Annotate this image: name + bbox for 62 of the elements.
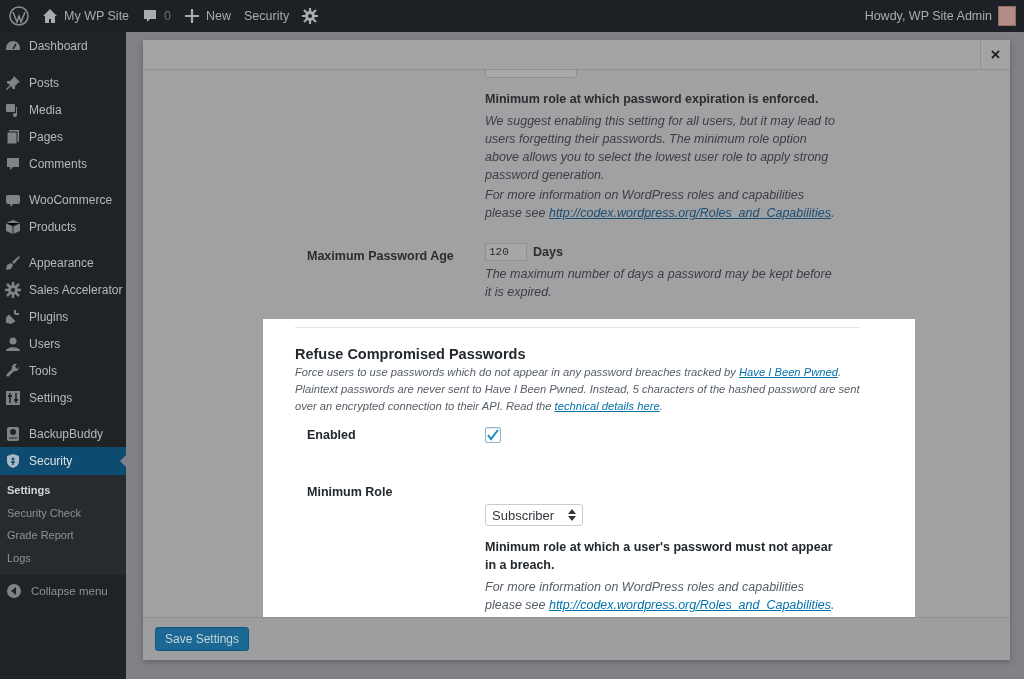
- help-text: The maximum number of days a password may be kept before it is expired.: [485, 266, 833, 301]
- sidebar-item[interactable]: Media: [0, 96, 126, 123]
- brush-icon: [5, 254, 21, 271]
- sliders-icon: [5, 389, 21, 406]
- sidebar-item[interactable]: Plugins: [0, 303, 126, 330]
- user-icon: [5, 335, 21, 352]
- account-link[interactable]: Howdy, WP Site Admin: [864, 6, 1016, 26]
- section-description: Force users to use passwords which do not appear in any password breaches tracked by Have I Been Pwned. Plaintext passwords are never sent to Have I Been Pwned. Instead, 5 characters of the hashed password are sent over an encrypted connection to their API. Read the technical details here.: [295, 365, 860, 414]
- gear-icon: [302, 8, 319, 24]
- sidebar-item[interactable]: Posts: [0, 69, 126, 96]
- plug-icon: [5, 308, 21, 325]
- sidebar-item[interactable]: Tools: [0, 357, 126, 384]
- sidebar-item[interactable]: Settings: [0, 384, 126, 411]
- help-text: For more information on WordPress roles and capabilities please see http://codex.wordpress.org/Roles_and_Capabilities.: [485, 579, 835, 614]
- sidebar-item[interactable]: BackupBuddy: [0, 420, 126, 447]
- gear-icon: [5, 281, 21, 298]
- comment-icon: [5, 155, 21, 172]
- save-settings-button[interactable]: Save Settings: [155, 627, 250, 651]
- number-field[interactable]: 120: [485, 243, 527, 261]
- sidebar-item[interactable]: Security: [0, 447, 126, 475]
- avatar-icon: [998, 6, 1016, 26]
- pin-icon: [5, 74, 21, 91]
- pages-icon: [5, 128, 21, 145]
- submenu-item[interactable]: Settings: [0, 479, 126, 502]
- sidebar-item[interactable]: Comments: [0, 150, 126, 177]
- sidebar-item[interactable]: Sales Accelerator: [0, 276, 126, 303]
- collapse-icon: [6, 583, 22, 599]
- updown-icon: [568, 509, 577, 521]
- submenu-item[interactable]: Grade Report: [0, 524, 126, 547]
- help-link[interactable]: Have I Been Pwned: [739, 366, 838, 378]
- field-description: Minimum role at which password expiration is enforced.: [485, 91, 820, 108]
- logo-icon: [9, 6, 29, 26]
- shield-icon: [5, 453, 21, 469]
- field-label: Enabled: [307, 428, 356, 442]
- section-title: Refuse Compromised Passwords: [295, 346, 527, 362]
- sidebar-item[interactable]: Products: [0, 213, 126, 240]
- home-icon: [42, 8, 58, 24]
- sidebar-item[interactable]: Pages: [0, 123, 126, 150]
- sidebar-item[interactable]: Users: [0, 330, 126, 357]
- help-link[interactable]: technical details here: [554, 400, 660, 412]
- site-link[interactable]: My WP Site: [42, 8, 130, 24]
- unit-label: Days: [533, 245, 563, 259]
- checkbox[interactable]: [485, 427, 501, 443]
- help-text: We suggest enabling this setting for all users, but it may lead to users forgetting their passwords. The minimum role option above allows you to select the lowest user role to apply strong password generation.: [485, 113, 835, 184]
- drive-icon: [5, 425, 21, 442]
- role-select[interactable]: Subscriber: [485, 504, 584, 526]
- field-label: Minimum Role: [307, 485, 393, 499]
- field-label: Maximum Password Age: [307, 249, 454, 263]
- submenu-item[interactable]: Security Check: [0, 501, 126, 524]
- help-text: For more information on WordPress roles and capabilities please see http://codex.wordpress.org/Roles_and_Capabilities.: [485, 187, 835, 222]
- wrench-icon: [5, 362, 21, 379]
- plus-icon: [184, 8, 200, 24]
- collapse-menu-button[interactable]: Collapse menu: [0, 575, 126, 607]
- submenu-item[interactable]: Logs: [0, 546, 126, 569]
- sidebar-item[interactable]: Appearance: [0, 249, 126, 276]
- box-icon: [5, 218, 21, 235]
- field-description: Minimum role at which a user's password must not appear in a breach.: [485, 539, 834, 574]
- comment-icon: [142, 8, 159, 24]
- new-link[interactable]: New: [184, 8, 232, 24]
- sidebar-item[interactable]: WooCommerce: [0, 186, 126, 213]
- security-menu-link[interactable]: Security: [244, 9, 290, 23]
- sidebar-item[interactable]: Dashboard: [0, 32, 126, 60]
